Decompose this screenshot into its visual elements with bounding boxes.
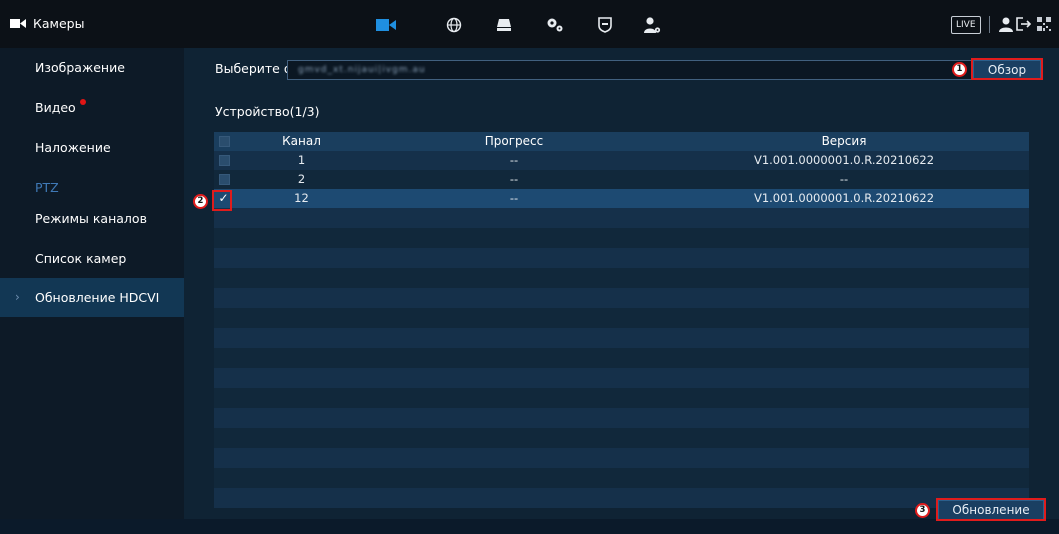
empty-row xyxy=(214,308,1029,328)
column-header-progress: Прогресс xyxy=(484,134,544,148)
settings-gears-icon[interactable] xyxy=(543,13,567,37)
sidebar-item-label: Обновление HDCVI xyxy=(35,290,160,305)
cell-version: V1.001.0000001.0.R.20210622 xyxy=(753,153,935,167)
table-row[interactable]: ✓ 12 -- V1.001.0000001.0.R.20210622 xyxy=(214,189,1029,208)
qr-code-icon[interactable] xyxy=(1035,15,1053,33)
camera-small-icon xyxy=(10,19,26,28)
cell-version: V1.001.0000001.0.R.20210622 xyxy=(753,191,935,205)
cell-progress: -- xyxy=(509,191,519,205)
cell-channel: 12 xyxy=(294,191,309,205)
sidebar-item-label: Наложение xyxy=(35,140,111,155)
cell-progress: -- xyxy=(509,172,519,186)
sidebar-item-label: PTZ xyxy=(35,180,59,195)
cell-version: -- xyxy=(839,172,849,186)
row-checkbox[interactable] xyxy=(219,174,230,185)
annotation-marker-1: 1 xyxy=(952,62,967,77)
column-header-channel: Канал xyxy=(282,134,321,148)
empty-row xyxy=(214,468,1029,488)
empty-row xyxy=(214,348,1029,368)
empty-row xyxy=(214,288,1029,308)
sidebar-item-channel-modes[interactable]: Режимы каналов xyxy=(0,199,184,238)
empty-row xyxy=(214,448,1029,468)
sidebar-item-label: Режимы каналов xyxy=(35,211,147,226)
logout-icon[interactable] xyxy=(1015,15,1033,33)
annotation-marker-2: 2 xyxy=(193,194,208,209)
device-count-label: Устройство(1/3) xyxy=(215,104,320,119)
column-header-version: Версия xyxy=(821,134,867,148)
empty-row xyxy=(214,388,1029,408)
annotation-box-browse xyxy=(971,58,1043,80)
network-globe-icon[interactable] xyxy=(442,13,466,37)
empty-row xyxy=(214,488,1029,508)
cell-progress: -- xyxy=(509,153,519,167)
annotation-box-update xyxy=(936,498,1046,521)
live-view-button[interactable]: LIVE xyxy=(951,16,981,34)
device-table: Канал Прогресс Версия 1 -- V1.001.000000… xyxy=(214,132,1029,534)
app-title-text: Камеры xyxy=(33,16,85,31)
file-path-value: gmvd_xt.nijaui|ivgm.au xyxy=(298,65,426,75)
row-checkbox[interactable] xyxy=(219,155,230,166)
chevron-right-icon: › xyxy=(15,290,20,304)
sidebar-item-label: Видео xyxy=(35,100,76,115)
empty-row xyxy=(214,228,1029,248)
annotation-box-checkbox xyxy=(212,190,232,211)
empty-row xyxy=(214,428,1029,448)
empty-row xyxy=(214,328,1029,348)
sidebar-item-overlay[interactable]: Наложение xyxy=(0,128,184,167)
top-divider xyxy=(989,16,990,33)
cell-channel: 1 xyxy=(297,153,306,167)
notification-dot-icon xyxy=(79,99,86,105)
table-header: Канал Прогресс Версия xyxy=(214,132,1029,151)
table-row[interactable]: 1 -- V1.001.0000001.0.R.20210622 xyxy=(214,151,1029,170)
sidebar-item-image[interactable]: Изображение xyxy=(0,48,184,87)
empty-row xyxy=(214,408,1029,428)
file-path-input[interactable]: gmvd_xt.nijaui|ivgm.au xyxy=(287,60,1019,80)
table-row[interactable]: 2 -- -- xyxy=(214,170,1029,189)
sidebar-item-label: Изображение xyxy=(35,60,125,75)
sidebar: Изображение Видео Наложение PTZ Режимы к… xyxy=(0,48,184,519)
empty-row xyxy=(214,208,1029,228)
shield-icon[interactable] xyxy=(593,13,617,37)
cell-channel: 2 xyxy=(297,172,306,186)
empty-row xyxy=(214,248,1029,268)
user-icon[interactable] xyxy=(997,15,1015,33)
sidebar-item-label: Список камер xyxy=(35,251,127,266)
user-settings-icon[interactable] xyxy=(640,13,664,37)
camera-icon[interactable] xyxy=(374,13,398,37)
top-bar: Камеры LIVE xyxy=(0,0,1059,48)
main-panel: Выберите о... gmvd_xt.nijaui|ivgm.au 1 О… xyxy=(184,48,1059,521)
empty-row xyxy=(214,368,1029,388)
app-title: Камеры xyxy=(10,16,84,31)
sidebar-item-camera-list[interactable]: Список камер xyxy=(0,239,184,278)
select-all-checkbox[interactable] xyxy=(219,136,230,147)
sidebar-item-hdcvi-update[interactable]: › Обновление HDCVI xyxy=(0,278,184,317)
storage-icon[interactable] xyxy=(492,13,516,37)
empty-row xyxy=(214,268,1029,288)
sidebar-item-video[interactable]: Видео xyxy=(0,88,184,127)
annotation-marker-3: 3 xyxy=(915,503,930,518)
